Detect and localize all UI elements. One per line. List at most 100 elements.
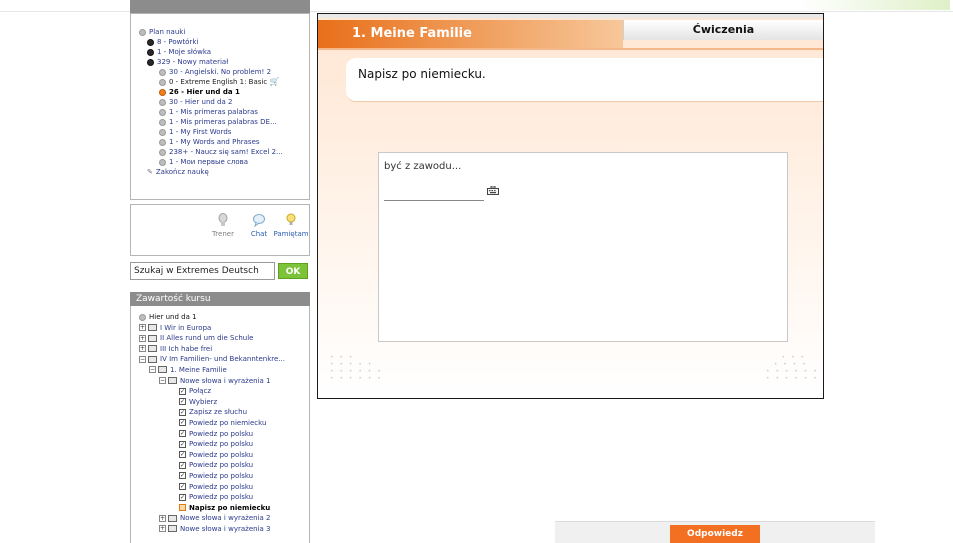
folder-icon xyxy=(148,334,157,342)
top-decoration xyxy=(800,0,950,10)
plan-dot-icon xyxy=(159,68,166,76)
plan-item-moje-slowka[interactable]: 1 - Moje słówka xyxy=(139,47,309,57)
course-exercise[interactable]: ✓ Powiedz po niemiecku xyxy=(139,418,309,429)
page: Plan nauki 8 - Powtórki 1 - Moje słówka … xyxy=(0,0,953,543)
trener-icon xyxy=(218,213,228,226)
plan-item-course[interactable]: 1 - My Words and Phrases xyxy=(139,137,309,147)
plan-dot-icon xyxy=(147,38,154,46)
plan-item-course[interactable]: 30 - Angielski. No problem! 2 xyxy=(139,67,309,77)
checkbox-icon: ✓ xyxy=(179,430,186,438)
search-ok-button[interactable]: OK xyxy=(278,263,308,279)
plan-dot-icon xyxy=(159,98,166,106)
course-exercise[interactable]: ✓ Powiedz po polsku xyxy=(139,429,309,440)
plan-item-course[interactable]: 30 - Hier und da 2 xyxy=(139,97,309,107)
plan-item-nowy-material[interactable]: 329 - Nowy materiał xyxy=(139,57,309,67)
plan-item-course[interactable]: 1 - Мои первые слова xyxy=(139,157,309,167)
reply-button[interactable]: Odpowiedz xyxy=(670,525,760,543)
course-contents-panel: Hier und da 1 + I Wir in Europa + II Alles… xyxy=(130,306,310,543)
collapse-icon[interactable]: − xyxy=(159,377,166,385)
plan-root[interactable]: Plan nauki xyxy=(139,27,309,37)
plan-item-powtorki[interactable]: 8 - Powtórki xyxy=(139,37,309,47)
course-tree: Hier und da 1 + I Wir in Europa + II Alles… xyxy=(131,312,309,534)
course-exercise[interactable]: ✓ Powiedz po polsku xyxy=(139,460,309,471)
exercise-top-bar xyxy=(318,14,823,18)
plan-item-course[interactable]: 0 - Extreme English 1: Basic 🛒 xyxy=(139,77,309,87)
plan-item-course[interactable]: 1 - Mis primeras palabras DE... xyxy=(139,117,309,127)
course-exercise[interactable]: ✓ Powiedz po polsku xyxy=(139,471,309,482)
trener-button[interactable]: Trener xyxy=(203,213,243,238)
expand-icon[interactable]: + xyxy=(139,345,146,353)
course-lesson[interactable]: −1. Meine Familie xyxy=(139,365,309,376)
plan-dot-icon xyxy=(159,118,166,126)
search-input[interactable] xyxy=(130,262,275,280)
course-section[interactable]: + Nowe słowa i wyrażenia 2 xyxy=(139,513,309,524)
lightbulb-icon xyxy=(286,213,296,225)
plan-dot-icon xyxy=(159,128,166,136)
exercise-window: 1. Meine Familie Ćwiczenia Napisz po nie… xyxy=(317,13,824,399)
title-separator xyxy=(318,48,823,50)
course-unit[interactable]: + II Alles rund um die Schule xyxy=(139,333,309,344)
plan-item-course[interactable]: 238+ - Naucz się sam! Excel 2... xyxy=(139,147,309,157)
course-exercise[interactable]: ✓ Powiedz po polsku xyxy=(139,439,309,450)
plan-dot-icon xyxy=(159,158,166,166)
course-exercise[interactable]: ✓ Zapisz ze słuchu xyxy=(139,407,309,418)
plan-item-course[interactable]: 1 - Mis primeras palabras xyxy=(139,107,309,117)
finish-icon: ✎ xyxy=(147,168,153,176)
expand-icon[interactable]: + xyxy=(159,514,166,522)
pamietam-button[interactable]: Pamiętam xyxy=(271,213,311,238)
plan-dot-icon xyxy=(159,148,166,156)
chat-icon xyxy=(253,214,265,227)
plan-dot-icon xyxy=(139,28,146,36)
course-section[interactable]: − Nowe słowa i wyrażenia 1 xyxy=(139,376,309,387)
checkbox-icon: ✓ xyxy=(179,440,186,448)
question-box: być z zawodu... xyxy=(378,152,788,342)
expand-icon[interactable]: + xyxy=(159,525,166,533)
plan-dot-icon xyxy=(147,48,154,56)
plan-dot-icon xyxy=(147,58,154,66)
tab-exercises[interactable]: Ćwiczenia xyxy=(623,20,823,40)
course-unit[interactable]: − IV Im Familien- und Bekanntenkre... xyxy=(139,354,309,365)
plan-dot-icon xyxy=(159,88,166,96)
course-unit[interactable]: + I Wir in Europa xyxy=(139,323,309,334)
course-contents-header: Zawartość kursu xyxy=(130,292,310,306)
plan-dot-icon xyxy=(159,78,166,86)
plan-panel-header xyxy=(130,0,310,13)
folder-icon xyxy=(148,355,157,363)
course-root[interactable]: Hier und da 1 xyxy=(139,312,309,323)
expand-icon[interactable]: + xyxy=(139,324,146,332)
plan-dot-icon xyxy=(159,108,166,116)
folder-icon xyxy=(148,345,157,353)
checkbox-icon: ✓ xyxy=(179,408,186,416)
folder-icon xyxy=(168,525,177,533)
keyboard-icon[interactable] xyxy=(487,186,499,195)
checkbox-icon: ✓ xyxy=(179,493,186,501)
plan-finish[interactable]: ✎ Zakończ naukę xyxy=(139,167,309,177)
course-exercise[interactable]: ✓ Wybierz xyxy=(139,397,309,408)
question-text: być z zawodu... xyxy=(384,161,462,172)
course-dot-icon xyxy=(139,313,146,321)
checkbox-icon: ✓ xyxy=(179,483,186,490)
checkbox-icon: ✓ xyxy=(179,472,186,480)
tools-panel: Trener Chat Pamiętam xyxy=(130,204,310,256)
answer-input[interactable] xyxy=(384,187,484,201)
folder-icon xyxy=(168,377,177,385)
cart-icon[interactable]: 🛒 xyxy=(269,77,279,86)
course-exercise[interactable]: ✓ Powiedz po polsku xyxy=(139,492,309,503)
collapse-icon[interactable]: − xyxy=(139,355,146,363)
plan-tree: Plan nauki 8 - Powtórki 1 - Moje słówka … xyxy=(131,14,309,177)
collapse-icon[interactable]: − xyxy=(149,366,156,374)
course-exercise[interactable]: ✓ Powiedz po polsku xyxy=(139,450,309,461)
course-unit[interactable]: + III Ich habe frei xyxy=(139,344,309,355)
checkbox-icon: ✓ xyxy=(179,461,186,469)
course-exercise-current[interactable]: Napisz po niemiecku xyxy=(139,503,309,514)
checkbox-icon: ✓ xyxy=(179,398,186,406)
course-search: OK xyxy=(130,262,310,280)
plan-dot-icon xyxy=(159,138,166,146)
course-exercise[interactable]: ✓ Powiedz po polsku xyxy=(139,482,309,493)
plan-item-course-current[interactable]: 26 - Hier und da 1 xyxy=(139,87,309,97)
course-section[interactable]: + Nowe słowa i wyrażenia 3 xyxy=(139,524,309,535)
plan-item-course[interactable]: 1 - My First Words xyxy=(139,127,309,137)
expand-icon[interactable]: + xyxy=(139,334,146,342)
course-exercise[interactable]: ✓ Połącz xyxy=(139,386,309,397)
checkbox-icon: ✓ xyxy=(179,387,186,395)
